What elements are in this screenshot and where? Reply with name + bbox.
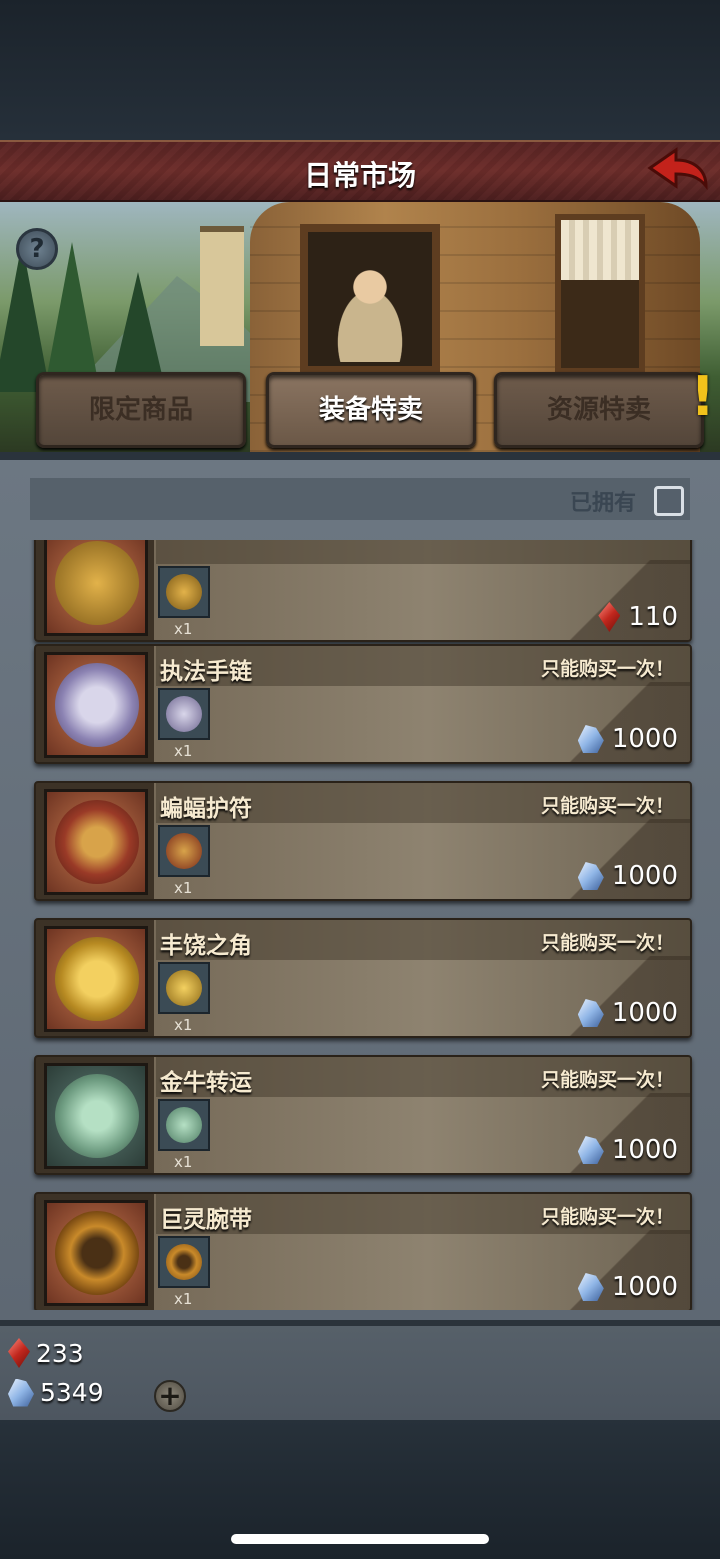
price-button[interactable]: 1000 — [577, 1272, 678, 1302]
tab-resource-sale[interactable]: 资源特卖 ! — [494, 367, 715, 448]
price-value: 1000 — [611, 861, 678, 891]
jade-bull-icon — [44, 1063, 148, 1169]
price-button[interactable]: 1000 — [577, 998, 678, 1028]
price-value: 1000 — [611, 998, 678, 1028]
page-title: 日常市场 — [303, 159, 416, 192]
price-value: 110 — [628, 602, 678, 632]
banner-flag — [200, 226, 244, 346]
item-quantity: x1 — [174, 1016, 193, 1034]
blue-crystal-icon — [577, 999, 604, 1027]
red-gem-icon — [8, 1338, 30, 1368]
price-button[interactable]: 1000 — [577, 1135, 678, 1165]
golden-bracers-icon — [158, 1236, 210, 1288]
home-indicator[interactable] — [231, 1534, 489, 1544]
golden-helmet-icon — [44, 540, 148, 636]
item-name: 巨灵腕带 — [160, 1207, 252, 1233]
item-list[interactable]: x1 110 执法手链 只能购买一次！ x1 1000 蝙蝠护符 只能购买一次！… — [0, 540, 720, 1310]
blue-crystal-icon — [577, 725, 604, 753]
red-gem-count: 233 — [36, 1338, 84, 1368]
red-gem-balance: 233 — [8, 1338, 84, 1368]
top-status-area — [0, 0, 720, 140]
cross-bracelet-icon — [44, 652, 148, 758]
owned-filter-checkbox[interactable] — [654, 486, 684, 516]
item-name: 蝙蝠护符 — [160, 796, 252, 822]
buy-once-notice: 只能购买一次！ — [540, 1206, 674, 1228]
blue-crystal-icon — [8, 1378, 34, 1407]
add-crystals-button[interactable]: + — [154, 1380, 186, 1412]
blue-crystal-icon — [577, 862, 604, 890]
price-button[interactable]: 1000 — [577, 724, 678, 754]
merchant-figure — [320, 262, 420, 362]
item-quantity: x1 — [174, 879, 193, 897]
jade-bull-icon — [158, 1099, 210, 1151]
blue-crystal-icon — [577, 1273, 604, 1301]
golden-helmet-icon — [158, 566, 210, 618]
list-item[interactable]: 执法手链 只能购买一次！ x1 1000 — [34, 644, 692, 764]
item-quantity: x1 — [174, 1290, 193, 1308]
blue-crystal-balance: 5349 — [8, 1378, 104, 1407]
tab-equipment-sale[interactable]: 装备特卖 — [266, 372, 476, 448]
price-value: 1000 — [611, 724, 678, 754]
item-quantity: x1 — [174, 742, 193, 760]
price-button[interactable]: 110 — [598, 602, 678, 632]
bat-amulet-icon — [44, 789, 148, 895]
price-value: 1000 — [611, 1272, 678, 1302]
title-bar: 日常市场 — [0, 140, 720, 202]
market-banner: ? 限定商品 装备特卖 资源特卖 ! — [0, 202, 720, 452]
blue-crystal-icon — [577, 1136, 604, 1164]
wallet-bar — [0, 1320, 720, 1420]
golden-bracers-icon — [44, 1200, 148, 1306]
cross-bracelet-icon — [158, 688, 210, 740]
buy-once-notice: 只能购买一次！ — [540, 795, 674, 817]
buy-once-notice: 只能购买一次！ — [540, 1069, 674, 1091]
gold-pendant-icon — [44, 926, 148, 1032]
tab-label: 资源特卖 — [546, 395, 651, 425]
tab-label: 装备特卖 — [318, 395, 423, 425]
tab-limited-goods[interactable]: 限定商品 — [36, 372, 246, 448]
item-quantity: x1 — [174, 620, 193, 638]
back-arrow-icon[interactable] — [646, 146, 710, 198]
list-item[interactable]: 金牛转运 只能购买一次！ x1 1000 — [34, 1055, 692, 1175]
list-item[interactable]: 丰饶之角 只能购买一次！ x1 1000 — [34, 918, 692, 1038]
owned-filter-label: 已拥有 — [569, 491, 636, 516]
item-name: 执法手链 — [160, 659, 252, 685]
list-item[interactable]: 蝙蝠护符 只能购买一次！ x1 1000 — [34, 781, 692, 901]
price-button[interactable]: 1000 — [577, 861, 678, 891]
buy-once-notice: 只能购买一次！ — [540, 932, 674, 954]
item-name: 丰饶之角 — [160, 933, 252, 959]
bat-amulet-icon — [158, 825, 210, 877]
help-icon[interactable]: ? — [16, 228, 58, 270]
alert-icon: ! — [690, 365, 715, 428]
gold-pendant-icon — [158, 962, 210, 1014]
tab-label: 限定商品 — [88, 395, 193, 425]
buy-once-notice: 只能购买一次！ — [540, 658, 674, 680]
curtained-window — [555, 214, 645, 374]
list-item[interactable]: 巨灵腕带 只能购买一次！ x1 1000 — [34, 1192, 692, 1310]
item-name: 金牛转运 — [160, 1070, 252, 1096]
list-item[interactable]: x1 110 — [34, 540, 692, 642]
item-quantity: x1 — [174, 1153, 193, 1171]
tree-art — [44, 242, 100, 392]
red-gem-icon — [598, 602, 621, 632]
blue-crystal-count: 5349 — [40, 1378, 104, 1407]
price-value: 1000 — [611, 1135, 678, 1165]
